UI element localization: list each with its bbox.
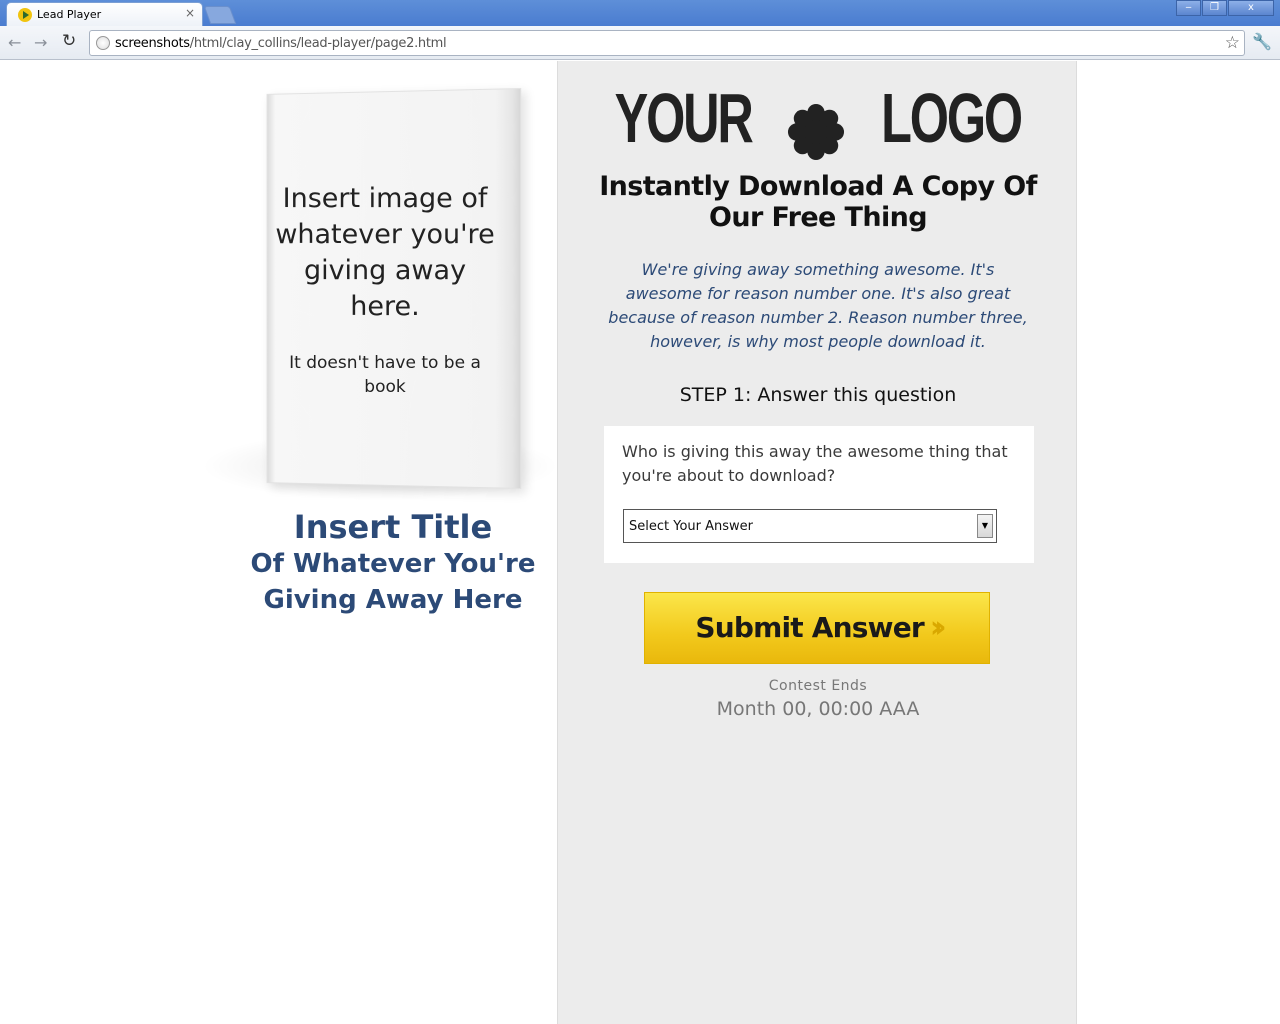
new-tab-button[interactable] (203, 6, 237, 24)
close-window-button[interactable]: x (1228, 0, 1274, 16)
giveaway-title: Insert Title Of Whatever You're Giving A… (232, 508, 554, 618)
back-arrow-icon[interactable]: ← (8, 33, 21, 52)
logo-text-right: LOGO (881, 79, 1023, 157)
dropdown-arrow-icon[interactable]: ▼ (977, 514, 993, 538)
reload-icon[interactable]: ↻ (62, 31, 76, 51)
description: We're giving away something awesome. It'… (608, 260, 1028, 351)
double-chevron-right-icon: ›› (929, 610, 946, 645)
browser-tab[interactable]: Lead Player × (6, 2, 203, 26)
tab-title: Lead Player (37, 8, 102, 21)
submit-label: Submit Answer (695, 611, 924, 644)
minimize-button[interactable]: ‒ (1176, 0, 1201, 16)
address-bar[interactable]: screenshots/html/clay_collins/lead-playe… (89, 30, 1245, 56)
page-content: Insert image of whatever you're giving a… (0, 61, 1280, 1024)
question-text: Who is giving this away the awesome thin… (622, 442, 1008, 485)
address-url[interactable]: screenshots/html/clay_collins/lead-playe… (115, 36, 447, 51)
window-controls: ‒ ❐ x (1175, 0, 1274, 16)
browser-titlebar: Lead Player × ‒ ❐ x (0, 0, 1280, 26)
browser-toolbar: ← → ↻ screenshots/html/clay_collins/lead… (0, 26, 1280, 60)
book-cover-text: Insert image of whatever you're giving a… (270, 181, 500, 399)
answer-select-value: Select Your Answer (629, 519, 754, 534)
question-box: Who is giving this away the awesome thin… (604, 426, 1034, 563)
optin-panel: YOUR LOGO Instantly Download A Copy Of O… (557, 61, 1077, 1024)
answer-select[interactable]: Select Your Answer ▼ (623, 509, 997, 543)
contest-ends-label: Contest Ends (768, 678, 868, 694)
contest-end-date: Month 00, 00:00 AAA (716, 698, 920, 720)
maximize-button[interactable]: ❐ (1202, 0, 1227, 16)
logo: YOUR LOGO (558, 79, 1078, 160)
bookmark-star-icon[interactable]: ☆ (1225, 33, 1240, 53)
close-tab-icon[interactable]: × (185, 6, 195, 20)
play-icon (18, 8, 32, 22)
book-main-text: Insert image of whatever you're giving a… (275, 183, 495, 322)
headline: Instantly Download A Copy Of Our Free Th… (599, 171, 1037, 233)
step-label: STEP 1: Answer this question (679, 384, 957, 406)
flower-logo-icon (788, 103, 845, 160)
book-sub-text: It doesn't have to be a book (289, 353, 481, 397)
logo-text-left: YOUR (614, 79, 753, 157)
forward-arrow-icon[interactable]: → (34, 33, 47, 52)
giveaway-title-line1: Insert Title (293, 508, 493, 546)
submit-answer-button[interactable]: Submit Answer ›› (644, 592, 990, 664)
page-globe-icon (96, 36, 110, 50)
wrench-icon[interactable]: 🔧 (1252, 32, 1272, 51)
giveaway-title-line2: Of Whatever You're Giving Away Here (250, 549, 536, 615)
